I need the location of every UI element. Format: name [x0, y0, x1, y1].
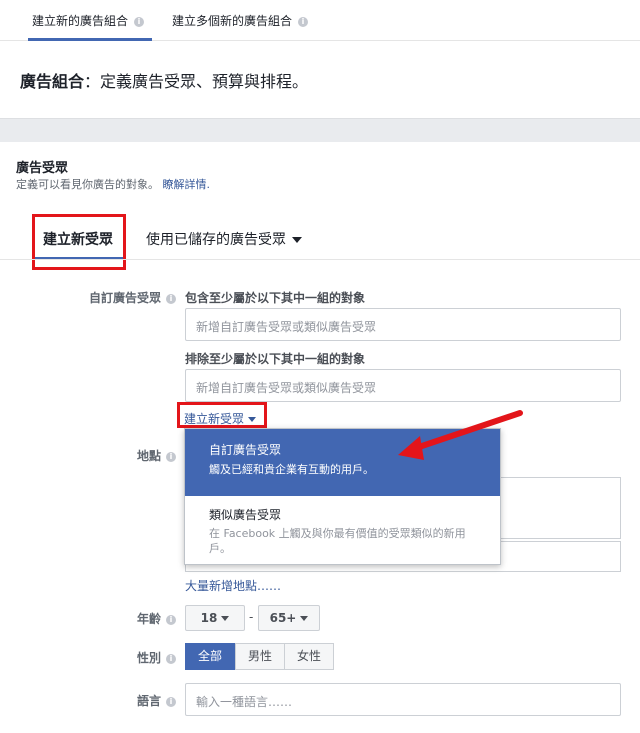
annotation-arrow-icon: [398, 410, 523, 460]
arrow-shaft: [407, 410, 523, 453]
arrow-head: [398, 436, 424, 460]
